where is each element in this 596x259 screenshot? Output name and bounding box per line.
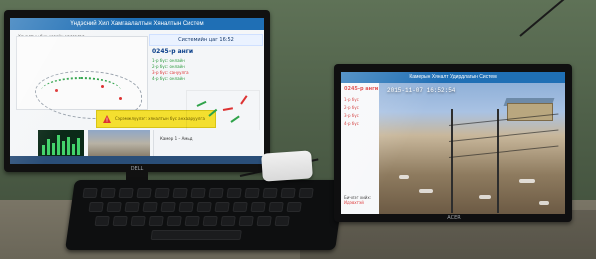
panel-footer: Бичлэг хийх: Идэвхтэй — [344, 195, 379, 205]
key — [160, 202, 176, 212]
key — [280, 188, 296, 198]
key — [112, 216, 128, 226]
chart-bar — [52, 143, 55, 155]
key — [220, 216, 236, 226]
keyboard — [65, 180, 345, 250]
key — [238, 216, 254, 226]
right-monitor-screen: Камерын Хяналт Удирдлагын Систем 0245-р … — [341, 72, 565, 214]
key — [274, 216, 290, 226]
camera-feed[interactable]: 2015-11-07 16:52:54 — [379, 83, 565, 214]
key — [106, 202, 122, 212]
chart-bar — [47, 139, 50, 155]
key — [298, 188, 314, 198]
key — [142, 202, 158, 212]
chart-bar — [67, 137, 70, 155]
key — [190, 188, 206, 198]
key — [118, 188, 134, 198]
key — [214, 202, 230, 212]
key — [148, 216, 164, 226]
map-point — [119, 97, 122, 100]
snow-patch — [539, 201, 549, 205]
panel-item[interactable]: 2-р бүс — [344, 105, 359, 110]
arrow — [222, 107, 234, 111]
map-point — [101, 85, 104, 88]
panel-title: 0245-р анги — [344, 86, 379, 92]
arrow — [230, 115, 240, 123]
station-panel[interactable]: 0245-р анги 1-р бүс 2-р бүс 3-р бүс 4-р … — [341, 83, 380, 214]
key — [244, 188, 260, 198]
key — [208, 188, 224, 198]
key — [172, 188, 188, 198]
fence-post — [497, 109, 499, 213]
chart-bar — [42, 145, 45, 155]
left-app-title: Үндэсний Хил Хамгаалалтын Хяналтын Систе… — [10, 18, 264, 30]
snow-patch — [479, 195, 491, 199]
mini-camera-caption: Камер 1 – Амьд — [160, 136, 193, 141]
arrow — [240, 95, 248, 105]
key — [226, 188, 242, 198]
chart-bar — [57, 135, 60, 155]
key — [268, 202, 284, 212]
status-metric: 4-р бүс: онлайн — [152, 76, 185, 81]
map-point — [55, 89, 58, 92]
key — [262, 188, 278, 198]
key — [100, 188, 116, 198]
key — [232, 202, 248, 212]
key — [82, 188, 98, 198]
key — [178, 202, 194, 212]
right-monitor: Камерын Хяналт Удирдлагын Систем 0245-р … — [334, 64, 572, 222]
status-metric: 1-р бүс: онлайн — [152, 58, 185, 63]
map-route — [41, 77, 121, 105]
key — [202, 216, 218, 226]
camera-timestamp: 2015-11-07 16:52:54 — [387, 87, 456, 94]
panel-item[interactable]: 1-р бүс — [344, 97, 359, 102]
key — [136, 188, 152, 198]
panel-footer-status: Идэвхтэй — [344, 200, 364, 205]
left-monitor-screen: Үндэсний Хил Хамгаалалтын Хяналтын Систе… — [10, 18, 264, 164]
key — [196, 202, 212, 212]
key — [154, 188, 170, 198]
right-app-title: Камерын Хяналт Удирдлагын Систем — [341, 72, 565, 83]
arrow — [196, 100, 207, 107]
key — [124, 202, 140, 212]
key — [130, 216, 146, 226]
right-monitor-brand: ACER — [447, 215, 461, 221]
map-panel[interactable] — [16, 36, 148, 119]
left-monitor: Үндэсний Хил Хамгаалалтын Хяналтын Систе… — [4, 10, 270, 196]
chart-bar — [72, 144, 75, 155]
chart-bar — [62, 141, 65, 155]
key — [250, 202, 266, 212]
spacebar — [150, 230, 242, 240]
key — [88, 202, 104, 212]
panel-item[interactable]: 4-р бүс — [344, 121, 359, 126]
snow-patch — [399, 175, 409, 179]
network-router — [261, 150, 313, 182]
panel-item[interactable]: 3-р бүс — [344, 113, 359, 118]
system-time: Системийн цаг 16:52 — [149, 34, 263, 46]
arrow — [208, 108, 218, 117]
key — [94, 216, 110, 226]
station-label: 0245-р анги — [152, 48, 194, 55]
fence-line — [448, 129, 559, 142]
taskbar[interactable] — [10, 156, 264, 164]
fence-line — [448, 145, 559, 158]
status-metric: 3-р бүс: сануулга — [152, 70, 189, 75]
key — [184, 216, 200, 226]
key — [286, 202, 302, 212]
status-metric: 2-р бүс: онлайн — [152, 64, 185, 69]
mini-chart — [38, 130, 84, 158]
key — [256, 216, 272, 226]
snow-patch — [419, 189, 433, 193]
key — [166, 216, 182, 226]
snow-patch — [519, 179, 535, 183]
alert-icon — [103, 115, 111, 123]
chart-bar — [77, 138, 80, 155]
